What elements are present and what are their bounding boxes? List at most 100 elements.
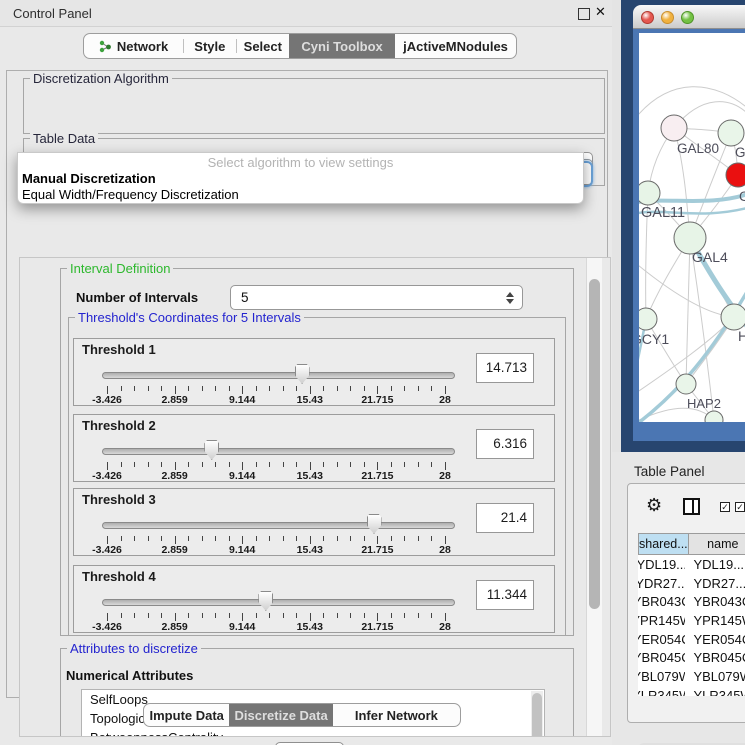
tab-cyni-toolbox[interactable]: Cyni Toolbox: [289, 34, 395, 58]
threshold-slider-thumb[interactable]: [295, 364, 310, 384]
table-cell[interactable]: YDL19...: [638, 555, 685, 574]
columns-icon[interactable]: [683, 498, 700, 515]
float-icon[interactable]: [578, 8, 590, 20]
threshold-value-field[interactable]: 21.4: [476, 503, 534, 533]
threshold-slider-thumb[interactable]: [258, 591, 273, 611]
table-cell[interactable]: YBL079W: [638, 667, 685, 686]
tick-mark: [229, 536, 230, 541]
table-row[interactable]: YDL19...YDL19...: [638, 555, 745, 574]
algorithm-option[interactable]: Equal Width/Frequency Discretization: [18, 187, 583, 203]
tick-mark: [175, 613, 176, 621]
tick-mark: [256, 462, 257, 467]
tick-mark: [391, 462, 392, 467]
network-node-gal80[interactable]: [661, 115, 687, 141]
table-cell[interactable]: YBR045C: [685, 648, 745, 667]
table-cell[interactable]: YDR27...: [685, 574, 745, 593]
tab-label: Style: [194, 39, 225, 54]
settings-scrollbar-thumb[interactable]: [589, 279, 600, 609]
threshold-slider-thumb[interactable]: [367, 514, 382, 534]
table-cell[interactable]: YLR345W: [685, 686, 745, 696]
table-cell[interactable]: YLR345W: [638, 686, 685, 696]
network-node-ga[interactable]: [718, 120, 744, 146]
checkbox-icon[interactable]: ✓: [720, 502, 730, 512]
network-node[interactable]: [705, 411, 723, 422]
threshold-group-4: Threshold 4-3.4262.8599.14415.4321.71528…: [73, 565, 555, 633]
attributes-scrollbar-thumb[interactable]: [532, 693, 542, 737]
table-cell[interactable]: YER054C: [685, 630, 745, 649]
algorithm-popup-hint: Select algorithm to view settings: [18, 155, 583, 171]
tick-mark: [418, 536, 419, 541]
tick-mark: [148, 536, 149, 541]
table-row[interactable]: YBR043CYBR043C: [638, 592, 745, 611]
tab-style[interactable]: Style: [184, 34, 236, 58]
algorithm-option[interactable]: Manual Discretization: [18, 171, 583, 187]
threshold-slider-track[interactable]: [102, 448, 455, 455]
network-node-c[interactable]: [726, 163, 745, 187]
tick-mark: [418, 613, 419, 618]
traffic-light-minimize-icon[interactable]: [661, 11, 674, 24]
tick-mark: [121, 386, 122, 391]
column-header-1[interactable]: shared...: [638, 533, 688, 555]
tab-network[interactable]: Network: [84, 34, 183, 58]
checkbox-icon[interactable]: ✓: [735, 502, 745, 512]
network-node-gal11[interactable]: [639, 181, 660, 205]
table-cell[interactable]: YBR043C: [638, 592, 685, 611]
close-icon[interactable]: ✕: [595, 4, 606, 20]
table-cell[interactable]: YBR045C: [638, 648, 685, 667]
table-cell[interactable]: YPR145W: [685, 611, 745, 630]
network-node-gcy1[interactable]: [639, 308, 657, 330]
network-node-h[interactable]: [721, 304, 745, 330]
threshold-slider-thumb[interactable]: [204, 440, 219, 460]
threshold-slider-track[interactable]: [102, 522, 455, 529]
tab-impute-data[interactable]: Impute Data: [144, 704, 229, 726]
tab-select[interactable]: Select: [237, 34, 290, 58]
tab-jactivemnodules[interactable]: jActiveMNodules: [395, 34, 516, 58]
table-row[interactable]: YBL079WYBL079W: [638, 667, 745, 686]
table-row[interactable]: YDR27...YDR27...: [638, 574, 745, 593]
table-cell[interactable]: YBR043C: [685, 592, 745, 611]
tick-label: 28: [439, 544, 451, 556]
node-table: shared...name YDL19...YDL19...YDR27...YD…: [638, 533, 745, 696]
table-cell[interactable]: YDR27...: [638, 574, 685, 593]
table-panel-body: ⚙ ✓ ✓ shared...name YDL19...YDL19...YDR2…: [627, 483, 745, 723]
tab-discretize-data[interactable]: Discretize Data: [229, 704, 332, 726]
attributes-title: Attributes to discretize: [67, 641, 201, 656]
network-window-titlebar[interactable]: [633, 5, 745, 29]
table-row[interactable]: YLR345WYLR345W: [638, 686, 745, 696]
tick-label: 21.715: [361, 394, 393, 406]
tick-mark: [431, 536, 432, 541]
column-header-2[interactable]: name: [688, 533, 745, 555]
number-of-intervals-combobox[interactable]: 5: [230, 285, 523, 310]
tick-mark: [404, 536, 405, 541]
network-view-window[interactable]: GAL80GACGAL11GAL4GCY1HHAP2: [633, 5, 745, 441]
tick-mark: [121, 536, 122, 541]
threshold-value-field[interactable]: 6.316: [476, 429, 534, 459]
tab-infer-network[interactable]: Infer Network: [333, 704, 460, 726]
table-cell[interactable]: YDL19...: [685, 555, 745, 574]
network-canvas[interactable]: GAL80GACGAL11GAL4GCY1HHAP2: [639, 33, 745, 422]
threshold-value-field[interactable]: 14.713: [476, 353, 534, 383]
table-row[interactable]: YER054CYER054C: [638, 630, 745, 649]
traffic-light-close-icon[interactable]: [641, 11, 654, 24]
tick-mark: [310, 386, 311, 394]
network-window-frame: GAL80GACGAL11GAL4GCY1HHAP2: [633, 29, 745, 441]
traffic-light-zoom-icon[interactable]: [681, 11, 694, 24]
threshold-value-field[interactable]: 11.344: [476, 580, 534, 610]
table-row[interactable]: YPR145WYPR145W: [638, 611, 745, 630]
tick-label: 9.144: [229, 470, 255, 482]
gear-icon[interactable]: ⚙: [646, 495, 662, 516]
tick-mark: [310, 536, 311, 544]
threshold-slider-track[interactable]: [102, 372, 455, 379]
tick-mark: [283, 613, 284, 618]
network-node-hap2[interactable]: [676, 374, 696, 394]
tick-mark: [134, 386, 135, 391]
threshold-slider-track[interactable]: [102, 599, 455, 606]
table-cell[interactable]: YPR145W: [638, 611, 685, 630]
attributes-scrollbar[interactable]: [531, 691, 543, 737]
table-cell[interactable]: YBL079W: [685, 667, 745, 686]
table-row[interactable]: YBR045CYBR045C: [638, 648, 745, 667]
attribute-item[interactable]: BetweennessCentrality: [82, 728, 544, 737]
settings-scrollbar[interactable]: [586, 258, 602, 736]
table-cell[interactable]: YER054C: [638, 630, 685, 649]
tick-mark: [445, 462, 446, 470]
